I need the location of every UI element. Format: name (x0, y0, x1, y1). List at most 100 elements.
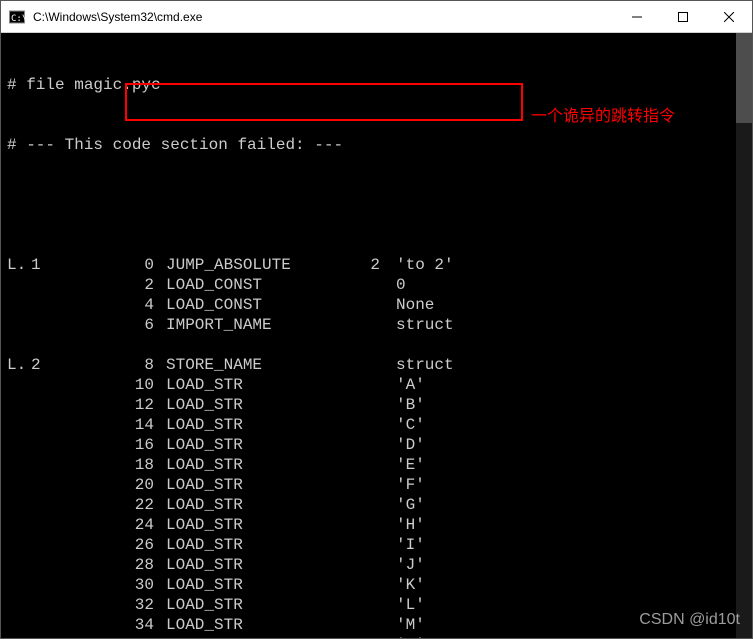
disasm-row: 30LOAD_STR'K' (7, 575, 746, 595)
disassembly-listing: L.10JUMP_ABSOLUTE2'to 2'2LOAD_CONST04LOA… (7, 255, 746, 638)
disasm-row: 24LOAD_STR'H' (7, 515, 746, 535)
opcode: LOAD_STR (166, 575, 336, 595)
disasm-row: 4LOAD_CONSTNone (7, 295, 746, 315)
oparg: 2 (336, 255, 396, 275)
offset: 36 (81, 635, 166, 638)
oparg (336, 415, 396, 435)
line-number (31, 615, 81, 635)
line-number (31, 315, 81, 335)
disasm-row: 10LOAD_STR'A' (7, 375, 746, 395)
line-number (31, 635, 81, 638)
terminal-output[interactable]: # file magic.pyc # --- This code section… (1, 33, 752, 638)
line-number (31, 475, 81, 495)
opcode: LOAD_STR (166, 515, 336, 535)
offset: 32 (81, 595, 166, 615)
opcode: IMPORT_NAME (166, 315, 336, 335)
output-line: # --- This code section failed: --- (7, 135, 746, 155)
offset: 14 (81, 415, 166, 435)
line-marker (7, 475, 31, 495)
close-button[interactable] (706, 1, 752, 32)
line-marker (7, 615, 31, 635)
disasm-row: 2LOAD_CONST0 (7, 275, 746, 295)
disasm-row: 36LOAD_STR 'N' (7, 635, 746, 638)
offset: 22 (81, 495, 166, 515)
svg-text:C:\: C:\ (11, 14, 25, 24)
titlebar[interactable]: C:\ C:\Windows\System32\cmd.exe (1, 1, 752, 33)
watermark: CSDN @id10t (639, 610, 740, 630)
line-number (31, 435, 81, 455)
argval: 'I' (396, 535, 746, 555)
line-number: 2 (31, 355, 81, 375)
argval: 'H' (396, 515, 746, 535)
argval: 'D' (396, 435, 746, 455)
line-marker (7, 375, 31, 395)
argval: 'F' (396, 475, 746, 495)
disasm-row: 32LOAD_STR'L' (7, 595, 746, 615)
oparg (336, 575, 396, 595)
oparg (336, 295, 396, 315)
opcode: LOAD_STR (166, 535, 336, 555)
opcode: LOAD_STR (166, 455, 336, 475)
line-number (31, 555, 81, 575)
maximize-button[interactable] (660, 1, 706, 32)
offset: 30 (81, 575, 166, 595)
opcode: LOAD_CONST (166, 275, 336, 295)
offset: 4 (81, 295, 166, 315)
line-number (31, 535, 81, 555)
line-marker (7, 415, 31, 435)
line-marker (7, 635, 31, 638)
oparg (336, 475, 396, 495)
window-controls (614, 1, 752, 32)
line-number (31, 575, 81, 595)
disasm-row: 28LOAD_STR'J' (7, 555, 746, 575)
opcode: LOAD_STR (166, 635, 336, 638)
oparg (336, 615, 396, 635)
line-marker (7, 595, 31, 615)
oparg (336, 435, 396, 455)
output-line: # file magic.pyc (7, 75, 746, 95)
oparg (336, 275, 396, 295)
argval: struct (396, 355, 746, 375)
oparg (336, 315, 396, 335)
line-marker (7, 435, 31, 455)
argval: 'N' (396, 635, 746, 638)
argval: 'A' (396, 375, 746, 395)
opcode: LOAD_STR (166, 475, 336, 495)
line-marker (7, 295, 31, 315)
offset: 10 (81, 375, 166, 395)
line-marker (7, 275, 31, 295)
oparg (336, 355, 396, 375)
offset: 2 (81, 275, 166, 295)
argval: 'B' (396, 395, 746, 415)
line-number (31, 455, 81, 475)
line-number (31, 595, 81, 615)
scrollbar-thumb[interactable] (736, 33, 752, 123)
opcode: LOAD_STR (166, 595, 336, 615)
offset: 18 (81, 455, 166, 475)
opcode: LOAD_STR (166, 415, 336, 435)
oparg (336, 375, 396, 395)
line-marker (7, 515, 31, 535)
disasm-row: 34LOAD_STR'M' (7, 615, 746, 635)
opcode: LOAD_STR (166, 495, 336, 515)
argval: struct (396, 315, 746, 335)
cmd-icon: C:\ (9, 9, 25, 25)
disasm-row: 22LOAD_STR'G' (7, 495, 746, 515)
offset: 6 (81, 315, 166, 335)
offset: 34 (81, 615, 166, 635)
oparg (336, 515, 396, 535)
disasm-row: 16LOAD_STR'D' (7, 435, 746, 455)
offset: 8 (81, 355, 166, 375)
disasm-row: 6IMPORT_NAME struct (7, 315, 746, 335)
line-marker (7, 495, 31, 515)
minimize-button[interactable] (614, 1, 660, 32)
oparg (336, 635, 396, 638)
scrollbar[interactable] (736, 33, 752, 638)
argval: 'to 2' (396, 255, 746, 275)
disasm-row: 14LOAD_STR'C' (7, 415, 746, 435)
line-number (31, 375, 81, 395)
oparg (336, 555, 396, 575)
line-number (31, 275, 81, 295)
opcode: JUMP_ABSOLUTE (166, 255, 336, 275)
annotation-label: 一个诡异的跳转指令 (531, 107, 675, 127)
